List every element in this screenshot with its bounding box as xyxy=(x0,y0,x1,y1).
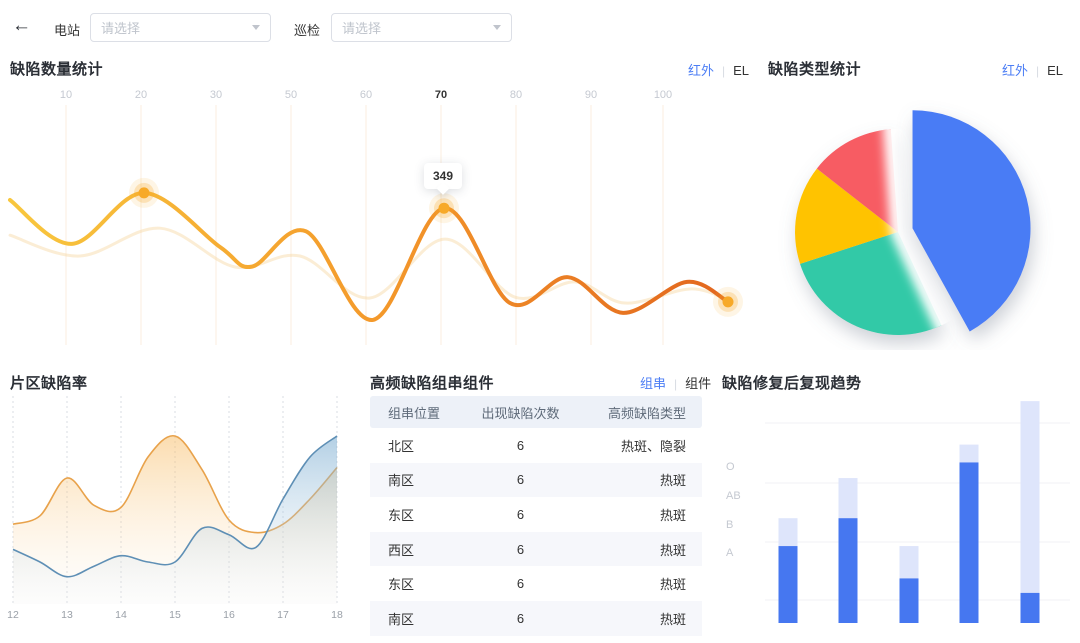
bar-segment-dark[interactable] xyxy=(839,518,858,623)
table-cell: 6 xyxy=(476,566,564,601)
table-cell: 6 xyxy=(476,601,564,636)
inspection-label: 巡检 xyxy=(294,20,320,39)
area-chart-x-tick: 13 xyxy=(61,609,73,621)
bar-segment-light[interactable] xyxy=(900,546,919,578)
table-toggle-string[interactable]: 组串 xyxy=(640,376,666,391)
area-chart-x-tick: 15 xyxy=(169,609,181,621)
data-point-dot[interactable] xyxy=(723,296,734,307)
line-toggle-el[interactable]: EL xyxy=(733,63,749,78)
line-chart-x-tick: 20 xyxy=(135,89,147,101)
table-row[interactable]: 东区6热斑 xyxy=(370,566,702,601)
table-column-header: 出现缺陷次数 xyxy=(476,396,564,428)
table-header-row: 组串位置出现缺陷次数高频缺陷类型 xyxy=(370,396,702,428)
line-chart-x-tick: 70 xyxy=(435,89,447,101)
inspection-select[interactable]: 请选择 xyxy=(331,13,512,42)
tooltip-value: 349 xyxy=(433,169,453,183)
station-label: 电站 xyxy=(54,20,80,39)
table-section-title: 高频缺陷组串组件 xyxy=(370,372,494,393)
bar-segment-light[interactable] xyxy=(839,478,858,518)
back-button[interactable]: ← xyxy=(12,16,31,36)
pie-toggle-el[interactable]: EL xyxy=(1047,63,1063,78)
line-section-toggle: 红外 | EL xyxy=(688,60,749,79)
repair-recurrence-bar-chart: O AB B A xyxy=(720,390,1076,640)
table-column-header: 组串位置 xyxy=(370,396,476,428)
line-toggle-infrared[interactable]: 红外 xyxy=(688,63,714,78)
table-row[interactable]: 东区6热斑 xyxy=(370,497,702,532)
table-cell: 东区 xyxy=(370,566,476,601)
table-cell: 热斑 xyxy=(565,532,702,567)
table-cell: 北区 xyxy=(370,428,476,463)
area-chart-x-tick: 12 xyxy=(7,609,19,621)
table-row[interactable]: 南区6热斑 xyxy=(370,601,702,636)
pie-toggle-infrared[interactable]: 红外 xyxy=(1002,63,1028,78)
table-column-header: 高频缺陷类型 xyxy=(565,396,702,428)
line-chart-x-tick: 90 xyxy=(585,89,597,101)
table-cell: 东区 xyxy=(370,497,476,532)
table-cell: 热斑、隐裂 xyxy=(565,428,702,463)
chevron-down-icon xyxy=(252,25,260,30)
line-chart-x-tick: 80 xyxy=(510,89,522,101)
line-section-title: 缺陷数量统计 xyxy=(10,58,103,79)
table-section-toggle: 组串 | 组件 xyxy=(640,373,711,392)
table-row[interactable]: 北区6热斑、隐裂 xyxy=(370,428,702,463)
line-series-previous xyxy=(10,228,728,303)
table-row[interactable]: 南区6热斑 xyxy=(370,463,702,498)
line-chart-x-tick: 100 xyxy=(654,89,672,101)
back-arrow-icon[interactable]: ← xyxy=(12,15,31,36)
station-select-placeholder: 请选择 xyxy=(101,18,252,37)
table-cell: 热斑 xyxy=(565,463,702,498)
bar-segment-dark[interactable] xyxy=(1021,593,1040,623)
chevron-down-icon xyxy=(493,25,501,30)
table-cell: 南区 xyxy=(370,463,476,498)
bar-chart-y-label: A xyxy=(726,547,734,559)
defect-type-pie-chart xyxy=(765,88,1075,350)
bar-chart-y-label: AB xyxy=(726,490,741,502)
toggle-divider: | xyxy=(674,377,677,391)
toggle-divider: | xyxy=(722,64,725,78)
line-chart-x-tick: 60 xyxy=(360,89,372,101)
line-chart-x-tick: 10 xyxy=(60,89,72,101)
high-frequency-defect-table: 组串位置出现缺陷次数高频缺陷类型 北区6热斑、隐裂南区6热斑东区6热斑西区6热斑… xyxy=(370,396,702,636)
line-chart-tooltip: 349 xyxy=(424,163,462,189)
pie-section-title: 缺陷类型统计 xyxy=(768,58,861,79)
table-toggle-module[interactable]: 组件 xyxy=(685,376,711,391)
table-cell: 南区 xyxy=(370,601,476,636)
table-cell: 6 xyxy=(476,497,564,532)
table-cell: 热斑 xyxy=(565,601,702,636)
table-cell: 6 xyxy=(476,428,564,463)
table-cell: 热斑 xyxy=(565,566,702,601)
table-row[interactable]: 西区6热斑 xyxy=(370,532,702,567)
pie-section-toggle: 红外 | EL xyxy=(1002,60,1063,79)
table-cell: 6 xyxy=(476,463,564,498)
area-chart-x-tick: 17 xyxy=(277,609,289,621)
area-chart-x-tick: 16 xyxy=(223,609,235,621)
table-cell: 6 xyxy=(476,532,564,567)
bar-segment-light[interactable] xyxy=(779,518,798,546)
bar-segment-dark[interactable] xyxy=(900,578,919,623)
line-chart-x-tick: 50 xyxy=(285,89,297,101)
area-chart-x-tick: 14 xyxy=(115,609,127,621)
line-chart-x-tick: 30 xyxy=(210,89,222,101)
bar-segment-light[interactable] xyxy=(960,445,979,463)
bar-segment-dark[interactable] xyxy=(960,462,979,623)
station-select[interactable]: 请选择 xyxy=(90,13,271,42)
bar-segment-light[interactable] xyxy=(1021,401,1040,593)
data-point-dot[interactable] xyxy=(139,187,150,198)
area-chart-x-tick: 18 xyxy=(331,609,343,621)
bar-segment-dark[interactable] xyxy=(779,546,798,623)
table-cell: 西区 xyxy=(370,532,476,567)
defect-count-line-chart: 10 20 30 50 60 70 80 90 100 xyxy=(0,88,755,350)
data-point-dot[interactable] xyxy=(439,203,450,214)
bar-chart-y-label: O xyxy=(726,461,735,473)
table-cell: 热斑 xyxy=(565,497,702,532)
region-defect-rate-area-chart: 12 13 14 15 16 17 18 xyxy=(5,388,345,633)
inspection-select-placeholder: 请选择 xyxy=(342,18,493,37)
bar-chart-y-label: B xyxy=(726,519,733,531)
toggle-divider: | xyxy=(1036,64,1039,78)
